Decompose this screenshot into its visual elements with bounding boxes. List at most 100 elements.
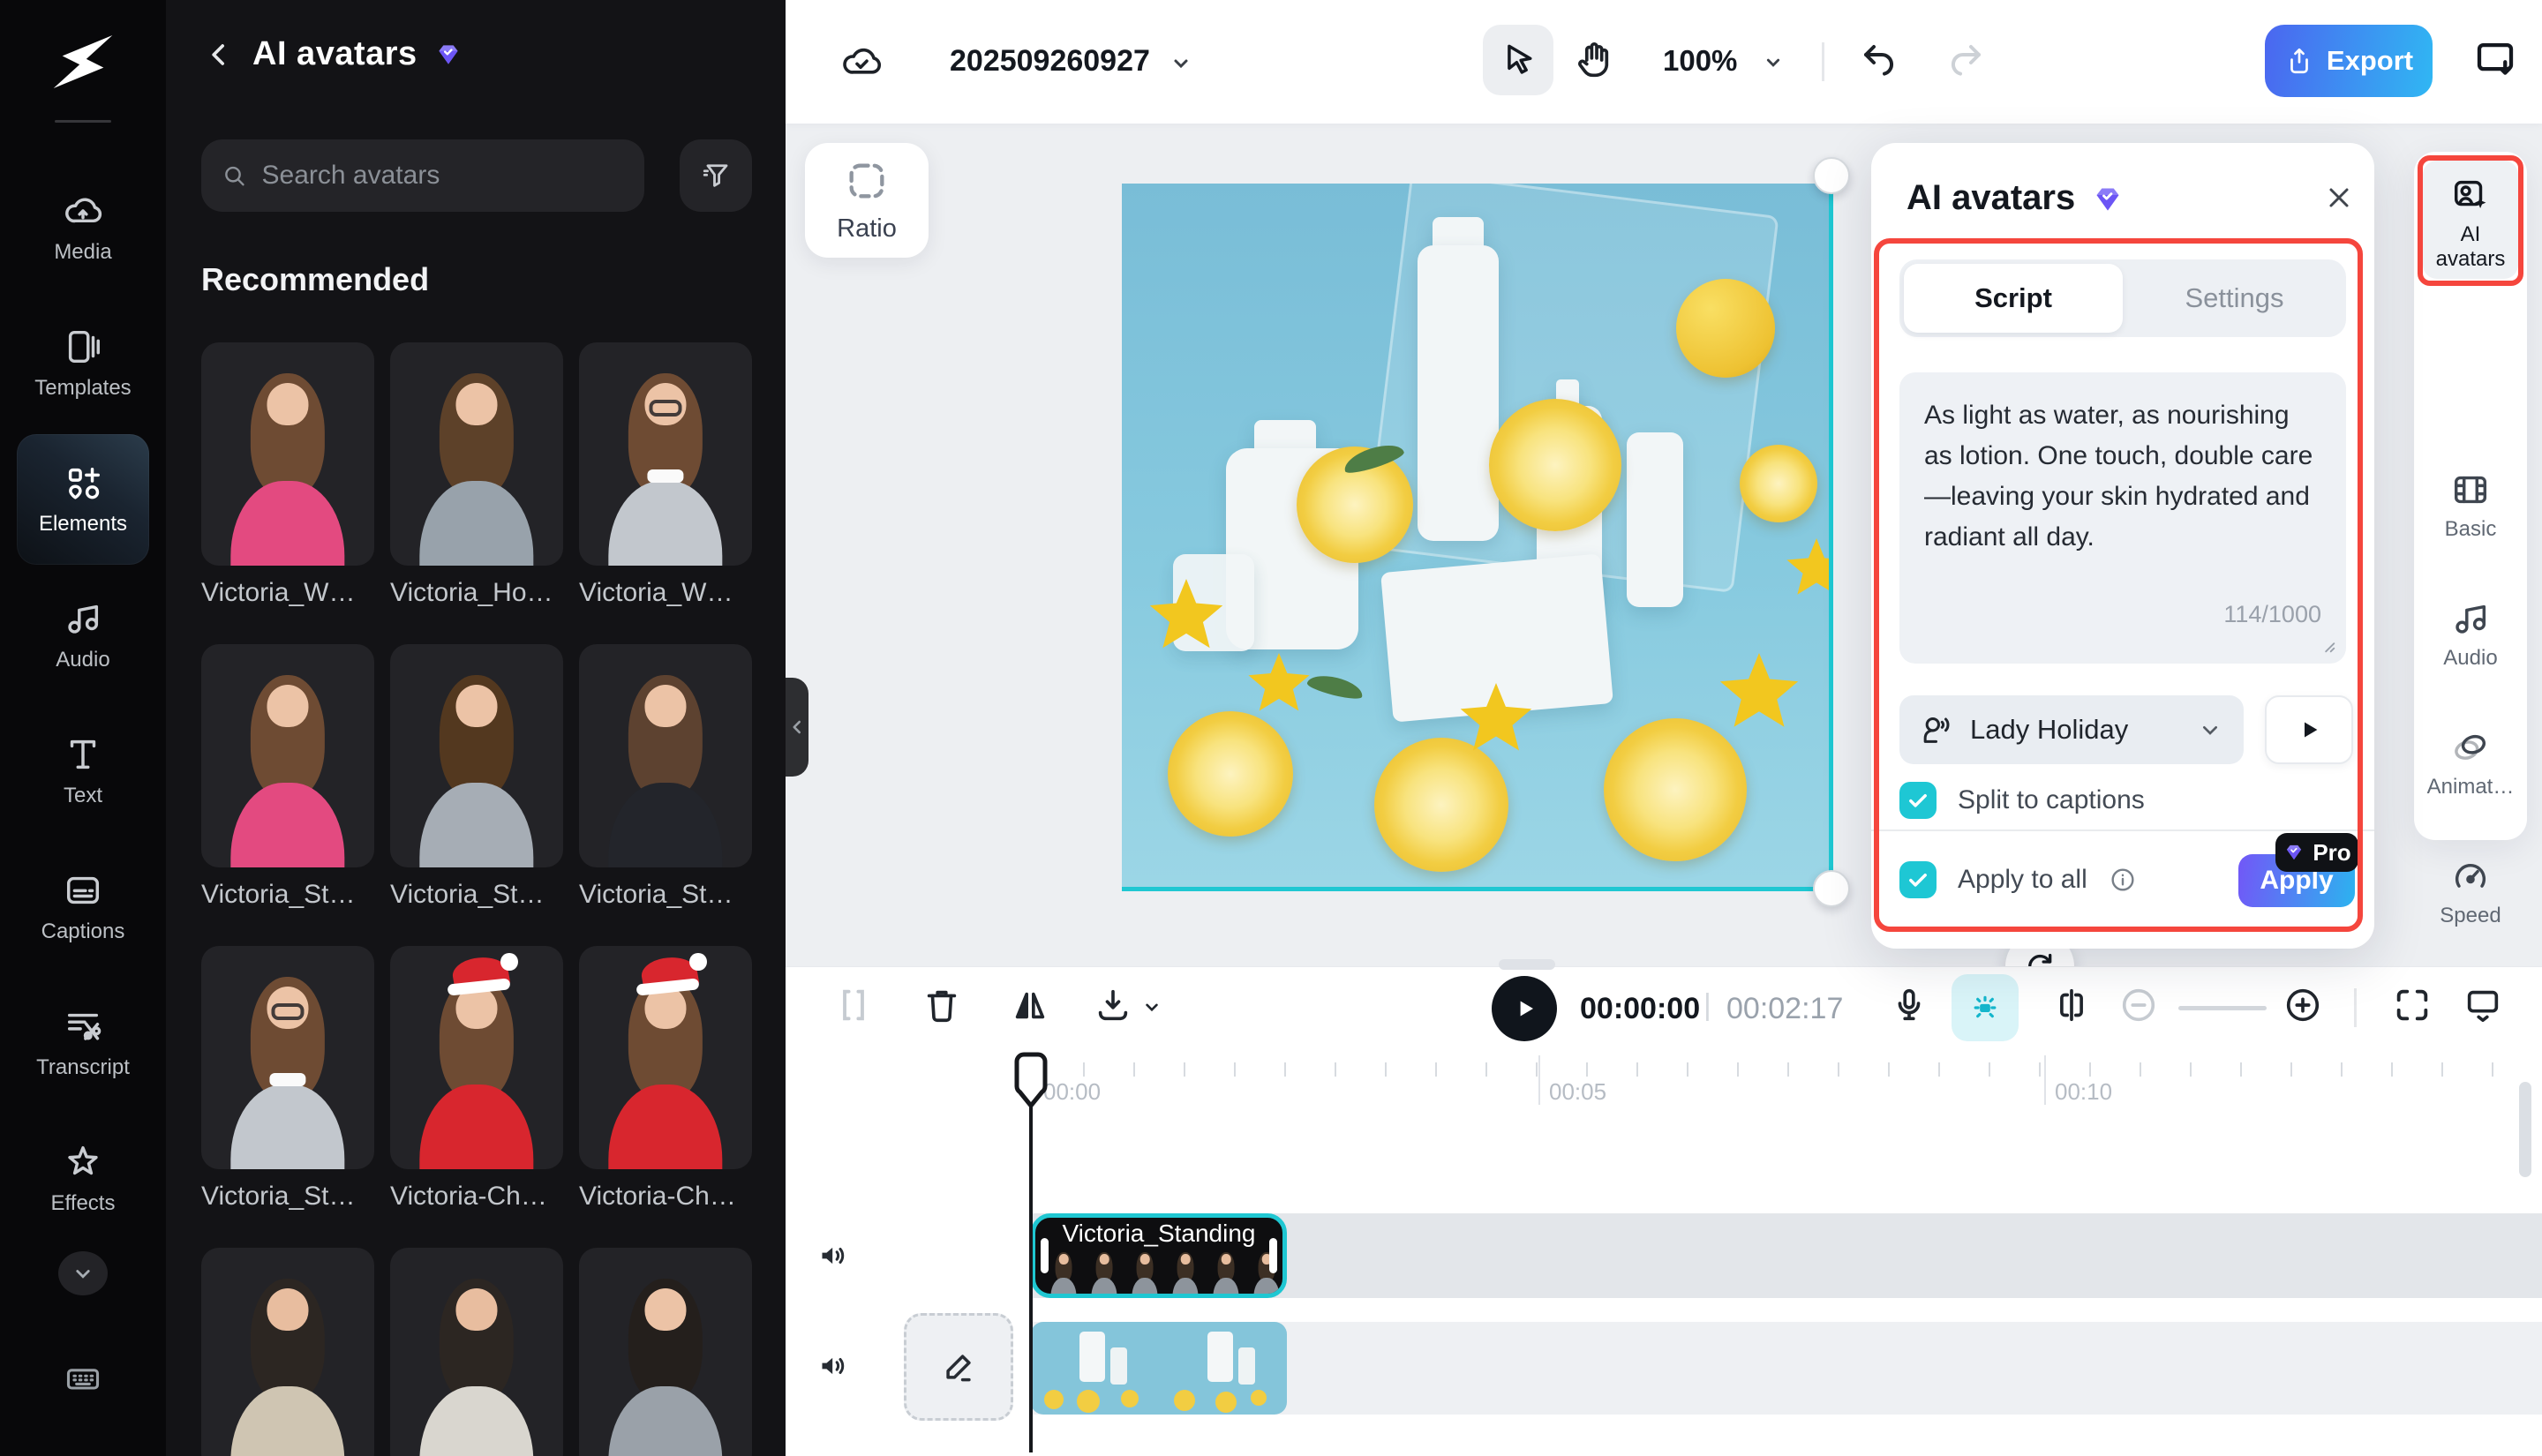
avatar-thumbnail[interactable] xyxy=(579,342,752,566)
play-button[interactable] xyxy=(1492,976,1557,1041)
filter-button[interactable] xyxy=(680,139,752,212)
avatar-grid: Victoria_W…Victoria_Ho…Victoria_W…Victor… xyxy=(201,342,752,1456)
apply-all-checkbox[interactable] xyxy=(1899,861,1937,898)
timeline-zoom-slider[interactable] xyxy=(2178,1006,2267,1010)
panel-collapse-handle[interactable] xyxy=(786,678,808,777)
preview-display-button[interactable] xyxy=(2463,985,2503,1025)
timeline-resize-notch[interactable] xyxy=(1499,959,1555,970)
project-chevron-icon[interactable] xyxy=(1165,48,1197,79)
avatar-thumbnail[interactable] xyxy=(390,342,563,566)
sidebar-tool-ai-avatars[interactable]: AI avatars xyxy=(2414,175,2527,272)
flower xyxy=(1247,653,1311,717)
track-mute-icon[interactable] xyxy=(816,1348,851,1384)
rail-divider xyxy=(55,120,111,123)
avatar-thumbnail[interactable] xyxy=(201,946,374,1169)
sidebar-item-captions[interactable]: Captions xyxy=(0,839,166,975)
timeline-scrollbar[interactable] xyxy=(2519,1082,2531,1177)
delete-button[interactable] xyxy=(921,985,962,1025)
clip-trim-handle-left[interactable] xyxy=(1041,1238,1049,1273)
rail-expand-button[interactable] xyxy=(58,1251,108,1295)
script-textarea[interactable]: As light as water, as nourishing as loti… xyxy=(1899,372,2346,664)
lemon-slice xyxy=(1489,399,1621,531)
avatar-thumbnail[interactable] xyxy=(390,946,563,1169)
zoom-out-button[interactable] xyxy=(2118,985,2159,1025)
sidebar-item-elements[interactable]: Elements xyxy=(0,432,166,567)
avatar-thumbnail[interactable] xyxy=(390,644,563,867)
video-thumbnail xyxy=(1159,1322,1287,1415)
tab-script[interactable]: Script xyxy=(1904,264,2123,333)
timecode-separator: | xyxy=(1703,988,1711,1023)
mirror-flip-button[interactable] xyxy=(1010,985,1050,1025)
voice-preview-button[interactable] xyxy=(2265,695,2353,764)
avatar-thumbnail[interactable] xyxy=(201,1248,374,1456)
edit-cover-button[interactable] xyxy=(904,1313,1013,1421)
sidebar-tool-speed[interactable]: Speed xyxy=(2414,856,2527,928)
avatar-clip[interactable]: Victoria_Standing xyxy=(1031,1213,1287,1298)
video-clip[interactable] xyxy=(1031,1322,1287,1415)
redo-button[interactable] xyxy=(1945,39,1988,81)
ruler-label: 00:10 xyxy=(2055,1078,2112,1106)
fullscreen-button[interactable] xyxy=(2392,985,2433,1025)
sidebar-tool-animation[interactable]: Animat… xyxy=(2414,727,2527,799)
sidebar-item-templates[interactable]: Templates xyxy=(0,296,166,432)
toolbar-divider xyxy=(2354,988,2357,1027)
clip-split-tool[interactable] xyxy=(2051,985,2092,1025)
video-canvas[interactable] xyxy=(1122,184,1832,890)
zoom-in-button[interactable] xyxy=(2283,985,2323,1025)
screen-cast-icon[interactable] xyxy=(2471,35,2519,85)
close-icon[interactable] xyxy=(2323,182,2355,214)
sidebar-item-text[interactable]: Text xyxy=(0,703,166,839)
split-captions-checkbox[interactable] xyxy=(1899,782,1937,819)
left-nav-rail: MediaTemplatesElementsAudioTextCaptionsT… xyxy=(0,0,166,1456)
script-text: As light as water, as nourishing as loti… xyxy=(1924,395,2321,558)
clip-trim-handle-right[interactable] xyxy=(1269,1238,1277,1273)
track-mute-icon[interactable] xyxy=(816,1238,851,1273)
avatar-card: Victoria_W… xyxy=(579,342,752,644)
playhead-handle[interactable] xyxy=(1014,1052,1048,1108)
project-title[interactable]: 202509260927 xyxy=(950,44,1150,79)
search-input[interactable] xyxy=(262,161,625,191)
hand-tool-icon[interactable] xyxy=(1571,37,1617,83)
sidebar-item-effects[interactable]: Effects xyxy=(0,1111,166,1247)
sidebar-item-audio[interactable]: Audio xyxy=(0,567,166,703)
cursor-tool-button[interactable] xyxy=(1483,25,1553,95)
sidebar-tool-audio[interactable]: Audio xyxy=(2414,598,2527,671)
ratio-button[interactable]: Ratio xyxy=(805,143,929,258)
download-button[interactable] xyxy=(1093,985,1133,1025)
avatar-card xyxy=(390,1248,563,1456)
export-button[interactable]: Export xyxy=(2265,25,2433,97)
keyboard-shortcuts-icon[interactable] xyxy=(58,1359,108,1398)
app-root: 202509260927 100% Export xyxy=(0,0,2542,1456)
timeline-ruler[interactable] xyxy=(1033,1062,2542,1077)
avatar-thumbnail[interactable] xyxy=(579,1248,752,1456)
avatar-thumbnail[interactable] xyxy=(201,342,374,566)
pencil-icon xyxy=(939,1347,978,1386)
voiceover-mic-button[interactable] xyxy=(1889,985,1929,1025)
voice-selector[interactable]: Lady Holiday xyxy=(1899,695,2244,764)
sidebar-item-transcript[interactable]: Transcript xyxy=(0,975,166,1111)
tab-settings[interactable]: Settings xyxy=(2123,259,2346,337)
pro-badge: Pro xyxy=(2275,833,2358,872)
sidebar-item-media[interactable]: Media xyxy=(0,160,166,296)
back-icon[interactable] xyxy=(201,37,237,72)
ruler-gridline xyxy=(1538,1055,1540,1105)
selection-handle-top[interactable] xyxy=(1813,157,1850,194)
zoom-level[interactable]: 100% xyxy=(1663,44,1737,78)
download-chevron-icon[interactable] xyxy=(1140,995,1163,1018)
undo-button[interactable] xyxy=(1857,39,1899,81)
avatar-thumbnail[interactable] xyxy=(201,644,374,867)
avatar-name: Victoria_St… xyxy=(390,880,563,910)
info-icon[interactable] xyxy=(2109,866,2137,894)
capcut-logo[interactable] xyxy=(48,32,118,92)
selection-handle-bottom[interactable] xyxy=(1813,870,1850,907)
playhead-line[interactable] xyxy=(1029,1104,1033,1452)
auto-snap-button[interactable] xyxy=(1952,974,2019,1041)
avatar-thumbnail[interactable] xyxy=(579,946,752,1169)
resize-handle-icon[interactable] xyxy=(2318,635,2337,655)
sidebar-tool-basic[interactable]: Basic xyxy=(2414,469,2527,542)
zoom-chevron-icon[interactable] xyxy=(1758,48,1788,78)
avatar-thumbnail[interactable] xyxy=(579,644,752,867)
split-clip-button[interactable] xyxy=(833,985,874,1025)
pro-label: Pro xyxy=(2313,839,2350,867)
avatar-thumbnail[interactable] xyxy=(390,1248,563,1456)
